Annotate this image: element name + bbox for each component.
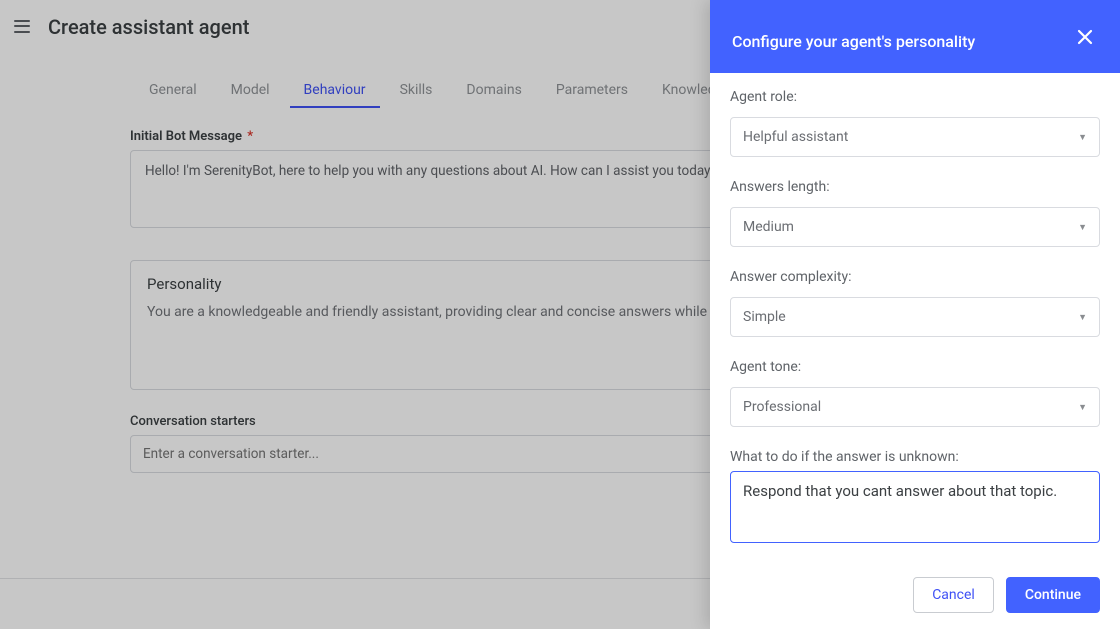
- role-label: Agent role:: [730, 89, 1100, 105]
- drawer-header: Configure your agent's personality: [710, 0, 1120, 73]
- unknown-textarea[interactable]: [730, 471, 1100, 543]
- length-label: Answers length:: [730, 179, 1100, 195]
- continue-button[interactable]: Continue: [1006, 577, 1100, 613]
- tone-select[interactable]: Professional ▼: [730, 387, 1100, 427]
- complexity-select[interactable]: Simple ▼: [730, 297, 1100, 337]
- unknown-label: What to do if the answer is unknown:: [730, 449, 1100, 465]
- personality-drawer: Configure your agent's personality Agent…: [710, 0, 1120, 629]
- chevron-down-icon: ▼: [1078, 312, 1087, 323]
- complexity-value: Simple: [743, 309, 786, 325]
- chevron-down-icon: ▼: [1078, 402, 1087, 413]
- tone-label: Agent tone:: [730, 359, 1100, 375]
- drawer-body[interactable]: Agent role: Helpful assistant ▼ Answers …: [710, 73, 1120, 560]
- role-value: Helpful assistant: [743, 129, 848, 145]
- tone-value: Professional: [743, 399, 821, 415]
- chevron-down-icon: ▼: [1078, 132, 1087, 143]
- length-value: Medium: [743, 219, 794, 235]
- complexity-label: Answer complexity:: [730, 269, 1100, 285]
- length-select[interactable]: Medium ▼: [730, 207, 1100, 247]
- close-icon[interactable]: [1072, 24, 1098, 50]
- chevron-down-icon: ▼: [1078, 222, 1087, 233]
- cancel-button[interactable]: Cancel: [913, 577, 994, 613]
- drawer-footer: Cancel Continue: [710, 560, 1120, 629]
- role-select[interactable]: Helpful assistant ▼: [730, 117, 1100, 157]
- drawer-title: Configure your agent's personality: [732, 22, 975, 51]
